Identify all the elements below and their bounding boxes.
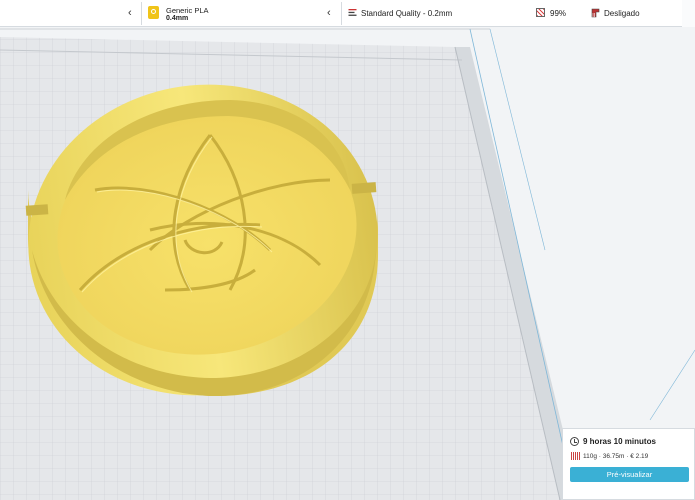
- nozzle-size[interactable]: 0.4mm: [166, 15, 188, 22]
- chevron-left-icon[interactable]: ‹: [327, 6, 331, 20]
- material-name[interactable]: Generic PLA: [166, 6, 209, 15]
- print-summary-panel: 9 horas 10 minutos 110g · 36.75m · € 2.1…: [562, 428, 695, 500]
- print-time: 9 horas 10 minutos: [583, 437, 656, 446]
- toolbar-right-edge: [682, 0, 695, 27]
- preview-button[interactable]: Pré-visualizar: [570, 467, 689, 482]
- toolbar-divider: [141, 2, 142, 25]
- material-badge-icon[interactable]: [148, 6, 159, 19]
- top-toolbar: ‹ Generic PLA 0.4mm ‹ Standard Quality -…: [0, 0, 695, 27]
- infill-icon[interactable]: [536, 8, 545, 17]
- material-usage: 110g · 36.75m · € 2.19: [583, 453, 649, 460]
- clock-icon: [570, 437, 579, 446]
- toolbar-divider: [341, 2, 342, 25]
- filament-spool-icon: [571, 452, 580, 460]
- chevron-left-icon[interactable]: ‹: [128, 6, 132, 20]
- support-label[interactable]: Desligado: [604, 9, 640, 18]
- quality-profile-icon[interactable]: [348, 8, 357, 17]
- infill-label[interactable]: 99%: [550, 9, 566, 18]
- support-icon[interactable]: [591, 8, 600, 18]
- quality-profile-label[interactable]: Standard Quality - 0.2mm: [361, 9, 452, 18]
